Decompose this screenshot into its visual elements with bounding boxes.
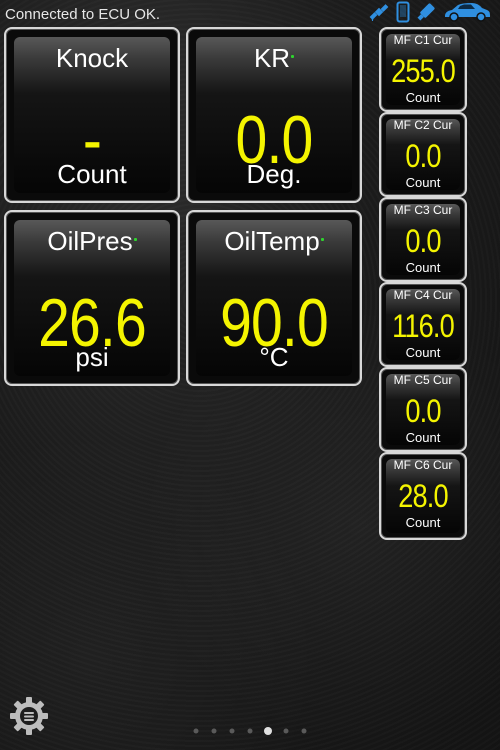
page-dot[interactable] <box>301 728 307 734</box>
mini-gauge-mf-c1[interactable]: MF C1 Cur 255.0 Count <box>379 27 467 112</box>
page-dot[interactable] <box>229 728 235 734</box>
active-indicator-dot <box>133 238 137 241</box>
gauge-title: MF C5 Cur <box>393 373 453 387</box>
status-icons <box>368 1 492 28</box>
bluetooth-dongle-icon <box>416 1 436 28</box>
gauge-value: 0.0 <box>405 393 441 429</box>
gauge-unit: Count <box>405 515 441 530</box>
active-indicator-dot <box>320 238 324 241</box>
gauge-knock[interactable]: Knock - Count <box>4 27 180 203</box>
gauge-unit: Count <box>405 260 441 275</box>
active-indicator-dot <box>291 55 295 58</box>
gauge-title: MF C4 Cur <box>393 288 453 302</box>
gauge-value: 0.0 <box>405 223 441 259</box>
mini-gauge-mf-c3[interactable]: MF C3 Cur 0.0 Count <box>379 197 467 282</box>
page-dot[interactable] <box>247 728 253 734</box>
status-bar: Connected to ECU OK. <box>0 0 500 26</box>
gauge-unit: Deg. <box>246 159 302 189</box>
car-icon <box>442 1 492 28</box>
gauge-unit: °C <box>259 342 289 372</box>
gauge-value: 28.0 <box>398 478 448 514</box>
gauge-title: MF C6 Cur <box>393 458 453 472</box>
gauge-value: 116.0 <box>392 308 455 344</box>
gauge-oilpres[interactable]: OilPres 26.6 psi <box>4 210 180 386</box>
connection-status: Connected to ECU OK. <box>5 6 161 23</box>
gauge-value: 0.0 <box>405 138 441 174</box>
gauge-value: 255.0 <box>391 53 456 89</box>
gauge-unit: psi <box>75 342 109 372</box>
gauge-title: OilPres <box>6 226 178 257</box>
satellite-icon <box>368 1 390 28</box>
page-dot[interactable] <box>211 728 217 734</box>
gauge-title: MF C2 Cur <box>393 118 453 132</box>
gauge-title: MF C3 Cur <box>393 203 453 217</box>
page-dot[interactable] <box>283 728 289 734</box>
gauge-oiltemp[interactable]: OilTemp 90.0 °C <box>186 210 362 386</box>
gauge-unit: Count <box>57 159 127 189</box>
gauge-unit: Count <box>405 175 441 190</box>
mini-gauge-mf-c2[interactable]: MF C2 Cur 0.0 Count <box>379 112 467 197</box>
gauge-unit: Count <box>405 345 441 360</box>
gauge-title: MF C1 Cur <box>393 33 453 47</box>
mini-gauge-mf-c5[interactable]: MF C5 Cur 0.0 Count <box>379 367 467 452</box>
phone-icon <box>396 1 410 28</box>
mini-gauge-mf-c4[interactable]: MF C4 Cur 116.0 Count <box>379 282 467 367</box>
gauge-title: Knock <box>55 43 129 73</box>
gauge-title: KR <box>188 43 360 74</box>
page-dot[interactable] <box>193 728 199 734</box>
gauge-title: OilTemp <box>188 226 360 257</box>
mini-gauge-mf-c6[interactable]: MF C6 Cur 28.0 Count <box>379 452 467 540</box>
gauge-unit: Count <box>405 90 441 105</box>
gauge-kr[interactable]: KR 0.0 Deg. <box>186 27 362 203</box>
page-indicator <box>193 727 307 735</box>
page-dot-active[interactable] <box>264 727 272 735</box>
gauge-unit: Count <box>405 430 441 445</box>
